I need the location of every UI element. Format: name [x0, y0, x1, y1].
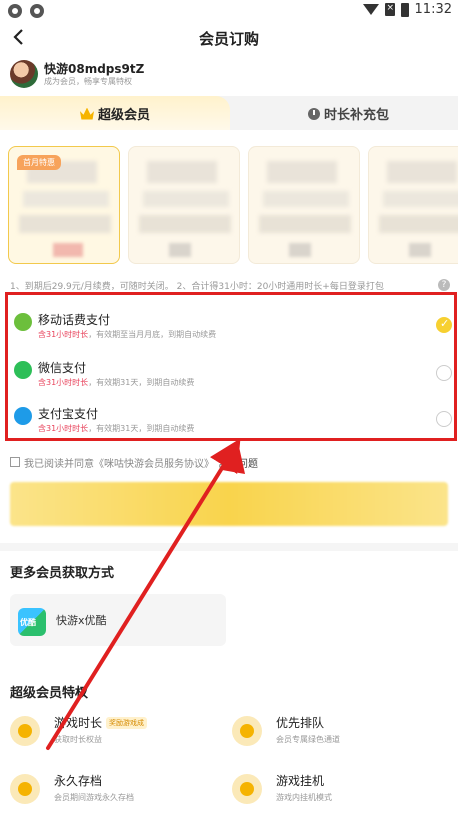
agreement[interactable]: 我已阅读并同意《咪咕快游会员服务协议》 常见问题: [10, 454, 450, 470]
battery-icon: [400, 2, 409, 17]
package-card[interactable]: [248, 146, 360, 264]
faq-link[interactable]: 常见问题: [218, 455, 258, 470]
radio-checked[interactable]: [436, 317, 452, 333]
section-divider: [0, 543, 458, 551]
header: 会员订购: [0, 22, 458, 54]
package-card[interactable]: 首月特惠: [8, 146, 120, 264]
status-bar: 11:32: [0, 0, 458, 22]
tab-time-pack[interactable]: 时长补充包: [230, 96, 458, 130]
status-right: 11:32: [362, 2, 452, 17]
crown-icon: [80, 107, 94, 120]
tab-label: 超级会员: [98, 108, 151, 123]
notification-icon: [30, 4, 44, 18]
first-month-badge: 首月特惠: [17, 155, 61, 170]
avatar: [10, 60, 38, 88]
radio-unchecked[interactable]: [436, 411, 452, 427]
payment-name: 移动话费支付: [38, 313, 111, 327]
cloud-upload-icon: [10, 774, 40, 804]
feature-idle-mode: 游戏挂机 游戏内挂机模式: [232, 770, 432, 816]
mobile-pay-icon: [14, 313, 32, 331]
radio-unchecked[interactable]: [436, 365, 452, 381]
payment-methods: 移动话费支付 含31小时时长，有效期至当月月底，到期自动续费 微信支付 含31小…: [5, 292, 457, 441]
tab-label: 时长补充包: [324, 108, 390, 123]
package-card[interactable]: [128, 146, 240, 264]
tab-super-member[interactable]: 超级会员: [0, 96, 230, 130]
youku-label: 快游x优酷: [56, 614, 107, 627]
help-icon[interactable]: ?: [438, 279, 450, 291]
rocket-icon: [232, 716, 262, 746]
notification-icon: [8, 4, 22, 18]
no-sim-icon: [384, 3, 395, 16]
payment-option-mobile[interactable]: 移动话费支付 含31小时时长，有效期至当月月底，到期自动续费: [10, 305, 452, 351]
status-time: 11:32: [414, 2, 452, 17]
youku-card[interactable]: 优酷 快游x优酷: [10, 594, 226, 646]
feature-priority-queue: 优先排队 会员专属绿色通道: [232, 712, 432, 758]
feature-cloud-save: 永久存档 会员期间游戏永久存档: [10, 770, 210, 816]
payment-name: 微信支付: [38, 361, 87, 375]
agreement-checkbox[interactable]: [10, 457, 20, 467]
agreement-text[interactable]: 我已阅读并同意《咪咕快游会员服务协议》: [24, 455, 214, 470]
features-title: 超级会员特权: [10, 686, 89, 701]
username: 快游08mdps9tZ: [44, 62, 145, 76]
payment-name: 支付宝支付: [38, 407, 99, 421]
idle-mode-icon: [232, 774, 262, 804]
wechat-icon: [14, 361, 32, 379]
feature-game-time: 游戏时长 奖励游戏成 获取时长权益: [10, 712, 210, 758]
notification-icons: [8, 4, 44, 18]
more-ways-title: 更多会员获取方式: [10, 566, 115, 581]
user-subtitle: 成为会员，畅享专属特权: [44, 77, 132, 86]
package-card[interactable]: [368, 146, 458, 264]
user-info: 快游08mdps9tZ 成为会员，畅享专属特权: [10, 58, 450, 92]
payment-option-alipay[interactable]: 支付宝支付 含31小时时长，有效期31天，到期自动续费: [10, 399, 452, 445]
terms-text: 1、到期后29.9元/月续费，可随时关闭。 2、合计得31小时：20小时通用时长…: [10, 282, 384, 292]
page-title: 会员订购: [198, 30, 259, 48]
clock-icon: [308, 107, 320, 120]
package-list: 首月特惠: [0, 130, 458, 270]
wifi-icon: [362, 4, 379, 15]
timer-icon: [10, 716, 40, 746]
pay-button[interactable]: [10, 482, 448, 526]
membership-tabs: 超级会员 时长补充包: [0, 96, 458, 130]
alipay-icon: [14, 407, 32, 425]
youku-icon: 优酷: [18, 608, 46, 636]
payment-option-wechat[interactable]: 微信支付 含31小时时长，有效期31天，到期自动续费: [10, 353, 452, 399]
